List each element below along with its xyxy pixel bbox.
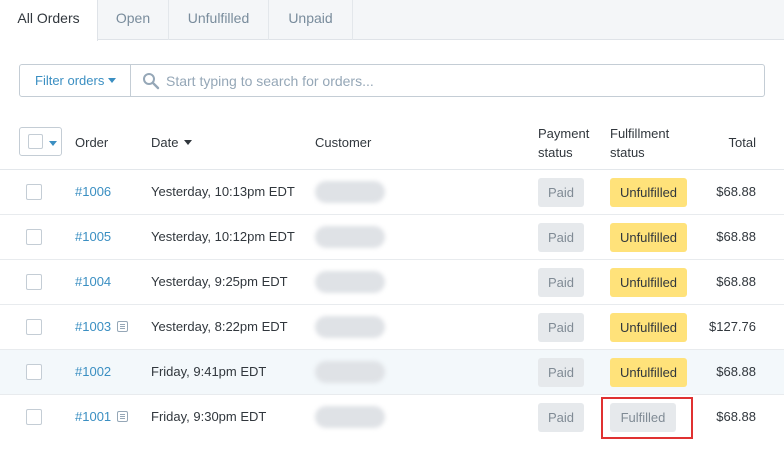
row-checkbox[interactable] [26,364,42,380]
payment-status-badge: Paid [538,268,584,297]
table-row[interactable]: #1004 Yesterday, 9:25pm EDT Paid Unfulfi… [0,260,784,305]
customer-name-redacted [315,271,385,293]
order-date: Yesterday, 8:22pm EDT [151,319,288,334]
checkbox-box [28,134,43,149]
header-order[interactable]: Order [75,133,108,152]
tab-unfulfilled[interactable]: Unfulfilled [169,0,269,40]
order-date: Friday, 9:30pm EDT [151,409,267,424]
payment-status-badge: Paid [538,178,584,207]
payment-status-badge: Paid [538,223,584,252]
customer-name-redacted [315,361,385,383]
row-checkbox[interactable] [26,229,42,245]
customer-name-redacted [315,226,385,248]
sort-down-icon [184,140,193,146]
header-payment-status[interactable]: Payment status [538,124,589,162]
payment-status-badge: Paid [538,313,584,342]
order-number-link[interactable]: #1002 [75,364,111,380]
header-total[interactable]: Total [729,133,756,152]
search-input[interactable] [166,66,756,95]
order-total: $68.88 [716,409,756,424]
tab-all-orders[interactable]: All Orders [0,0,98,41]
order-total: $68.88 [716,229,756,244]
order-total: $68.88 [716,364,756,379]
order-total: $68.88 [716,274,756,289]
filter-orders-label: Filter orders [35,73,105,88]
note-icon [117,411,128,422]
order-date: Yesterday, 9:25pm EDT [151,274,288,289]
order-number-link[interactable]: #1004 [75,274,111,290]
fulfillment-status-badge: Unfulfilled [610,268,687,297]
row-checkbox[interactable] [26,274,42,290]
header-date[interactable]: Date [151,133,193,152]
fulfillment-status-badge: Unfulfilled [610,313,687,342]
header-payment-line2: status [538,145,573,160]
note-icon [117,321,128,332]
order-date: Yesterday, 10:12pm EDT [151,229,295,244]
header-fulfillment-line1: Fulfillment [610,126,670,141]
table-header: Order Date Customer Payment status Fulfi… [0,114,784,170]
header-fulfillment-status[interactable]: Fulfillment status [610,124,669,162]
header-fulfillment-line2: status [610,145,645,160]
order-number-link[interactable]: #1003 [75,319,111,335]
filter-orders-button[interactable]: Filter orders [20,65,131,96]
tab-open[interactable]: Open [98,0,169,40]
tab-unpaid[interactable]: Unpaid [269,0,353,40]
order-number-link[interactable]: #1006 [75,184,111,200]
customer-name-redacted [315,181,385,203]
order-number-link[interactable]: #1005 [75,229,111,245]
customer-name-redacted [315,316,385,338]
fulfillment-status-badge: Unfulfilled [610,223,687,252]
order-date: Yesterday, 10:13pm EDT [151,184,295,199]
order-number-link[interactable]: #1001 [75,409,111,425]
order-total: $127.76 [709,319,756,334]
filter-search-bar: Filter orders [19,64,765,97]
fulfillment-status-badge: Unfulfilled [610,358,687,387]
row-checkbox[interactable] [26,319,42,335]
table-row[interactable]: #1003 Yesterday, 8:22pm EDT Paid Unfulfi… [0,305,784,350]
payment-status-badge: Paid [538,403,584,432]
highlight-callout-box [601,397,693,439]
order-total: $68.88 [716,184,756,199]
table-row[interactable]: #1005 Yesterday, 10:12pm EDT Paid Unfulf… [0,215,784,260]
fulfillment-status-badge: Unfulfilled [610,178,687,207]
chevron-down-icon [49,141,57,146]
chevron-down-icon [108,78,117,84]
header-payment-line1: Payment [538,126,590,141]
header-date-label: Date [151,135,179,150]
select-all-checkbox[interactable] [19,127,62,156]
order-date: Friday, 9:41pm EDT [151,364,267,379]
payment-status-badge: Paid [538,358,584,387]
table-row[interactable]: #1002 Friday, 9:41pm EDT Paid Unfulfille… [0,350,784,395]
search-icon [143,73,160,90]
row-checkbox[interactable] [26,184,42,200]
table-row[interactable]: #1006 Yesterday, 10:13pm EDT Paid Unfulf… [0,170,784,215]
customer-name-redacted [315,406,385,428]
header-customer[interactable]: Customer [315,133,371,152]
row-checkbox[interactable] [26,409,42,425]
order-tabs: All Orders Open Unfulfilled Unpaid [0,0,784,41]
